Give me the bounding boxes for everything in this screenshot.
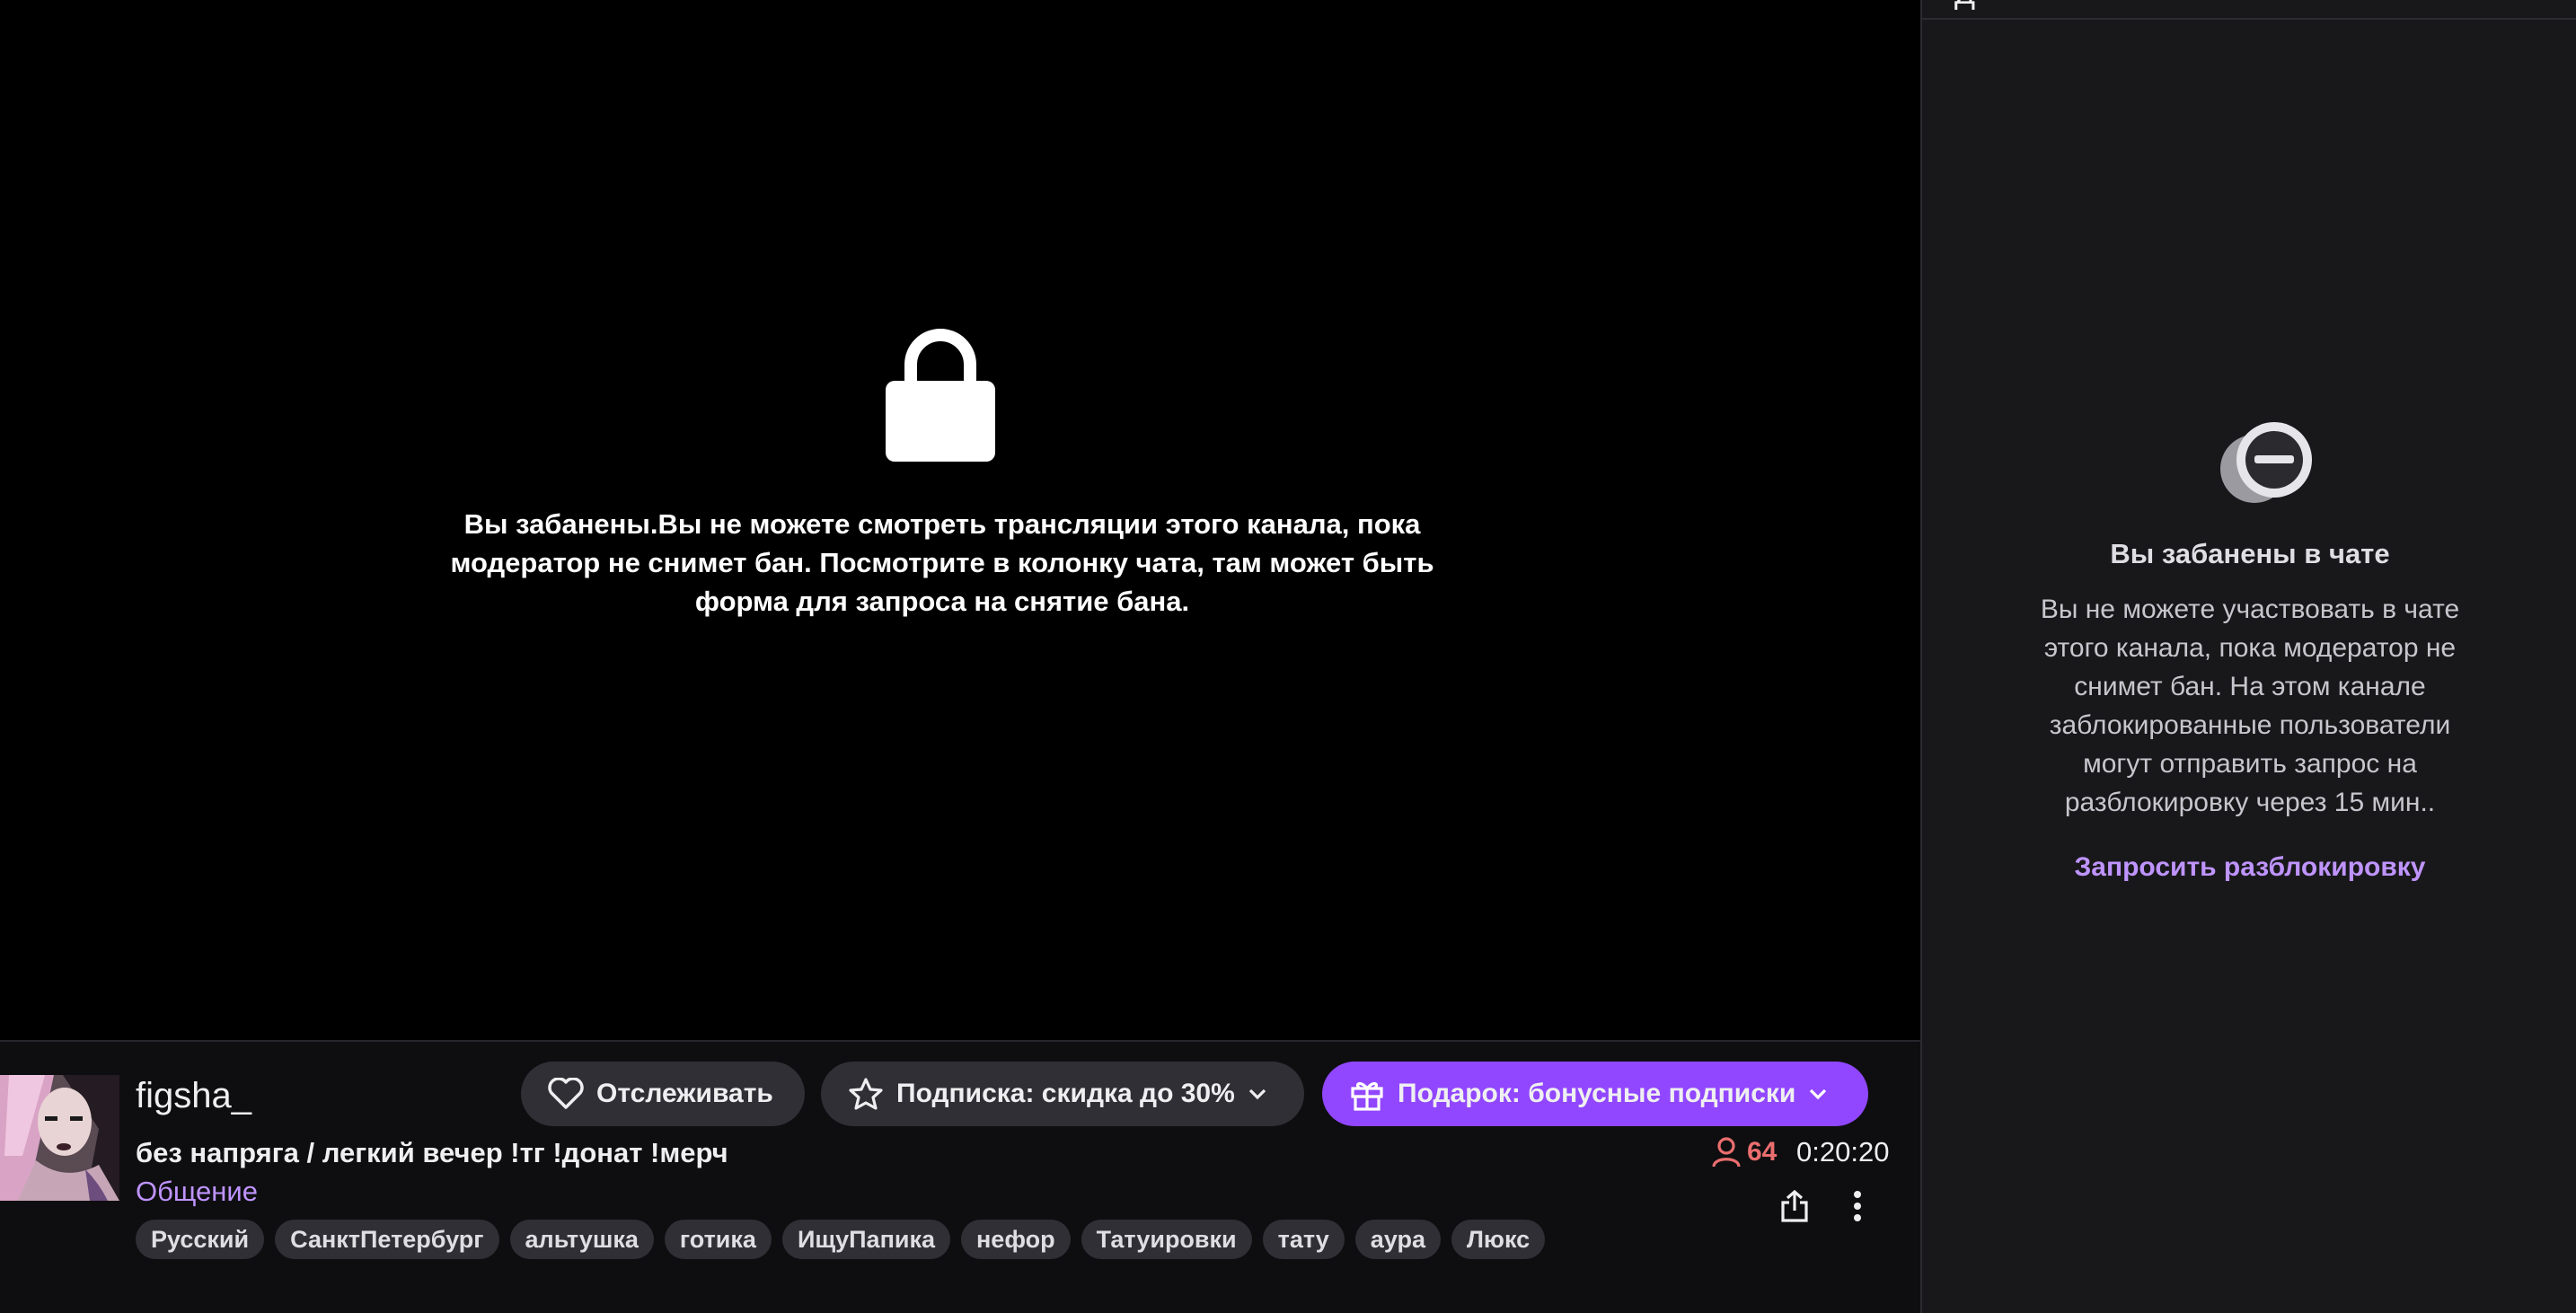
chat-column: Д Вы забанены в чате Вы не можете участв… xyxy=(1920,0,2576,1313)
tag-list: Русский СанктПетербург альтушка готика И… xyxy=(136,1220,1546,1259)
follow-label: Отслеживать xyxy=(596,1079,773,1108)
viewer-count-value: 64 xyxy=(1747,1137,1778,1167)
person-icon xyxy=(1712,1137,1741,1168)
gift-subscription-button[interactable]: Подарок: бонусные подписки xyxy=(1322,1062,1868,1126)
gift-label: Подарок: бонусные подписки xyxy=(1398,1079,1796,1108)
tag[interactable]: альтушка xyxy=(509,1220,654,1259)
channel-info-bar: figsha_ без напряга / легкий вечер !тг !… xyxy=(0,1040,1920,1313)
tag[interactable]: Татуировки xyxy=(1081,1220,1252,1259)
channel-name[interactable]: figsha_ xyxy=(136,1072,251,1119)
tag[interactable]: Люкс xyxy=(1451,1220,1546,1259)
gift-icon xyxy=(1351,1081,1383,1111)
chevron-down-icon xyxy=(1810,1088,1827,1100)
lock-icon xyxy=(886,329,995,462)
category-link[interactable]: Общение xyxy=(136,1174,258,1210)
tag[interactable]: Русский xyxy=(136,1220,265,1259)
star-icon xyxy=(849,1078,883,1110)
tag[interactable]: аура xyxy=(1354,1220,1441,1259)
share-button[interactable] xyxy=(1774,1185,1815,1227)
tag[interactable]: готика xyxy=(664,1220,772,1259)
tag[interactable]: ИщуПапика xyxy=(781,1220,950,1259)
tag[interactable]: нефор xyxy=(961,1220,1071,1259)
follow-button[interactable]: Отслеживать xyxy=(521,1062,805,1126)
avatar-image xyxy=(0,1075,119,1201)
viewer-count: 64 xyxy=(1711,1134,1777,1170)
player-ban-message: Вы забанены.Вы не можете смотреть трансл… xyxy=(450,508,1434,617)
tag[interactable]: тату xyxy=(1262,1220,1345,1259)
share-icon xyxy=(1781,1189,1808,1222)
chat-header: Д xyxy=(1922,0,2576,20)
chat-ban-title: Вы забанены в чате xyxy=(2110,538,2390,569)
heart-icon xyxy=(548,1078,584,1109)
tag[interactable]: СанктПетербург xyxy=(275,1220,499,1259)
chat-header-title: Д xyxy=(1954,0,1975,12)
stream-uptime: 0:20:20 xyxy=(1796,1136,1890,1168)
subscribe-button[interactable]: Подписка: скидка до 30% xyxy=(821,1062,1304,1126)
subscribe-label: Подписка: скидка до 30% xyxy=(896,1079,1235,1108)
chat-ban-text: Вы не можете участвовать в чате этого ка… xyxy=(2040,595,2460,817)
chevron-down-icon xyxy=(1248,1088,1266,1100)
more-options-button[interactable] xyxy=(1837,1185,1878,1227)
video-player[interactable]: Вы забанены.Вы не можете смотреть трансл… xyxy=(0,0,1920,1040)
stream-page: Вы забанены.Вы не можете смотреть трансл… xyxy=(0,0,2576,1313)
stream-title: без напряга / легкий вечер !тг !донат !м… xyxy=(136,1137,728,1168)
channel-avatar[interactable] xyxy=(0,1075,119,1201)
ban-icon xyxy=(2220,422,2312,503)
more-vertical-icon xyxy=(1854,1191,1861,1221)
request-unban-link[interactable]: Запросить разблокировку xyxy=(1922,850,2576,886)
